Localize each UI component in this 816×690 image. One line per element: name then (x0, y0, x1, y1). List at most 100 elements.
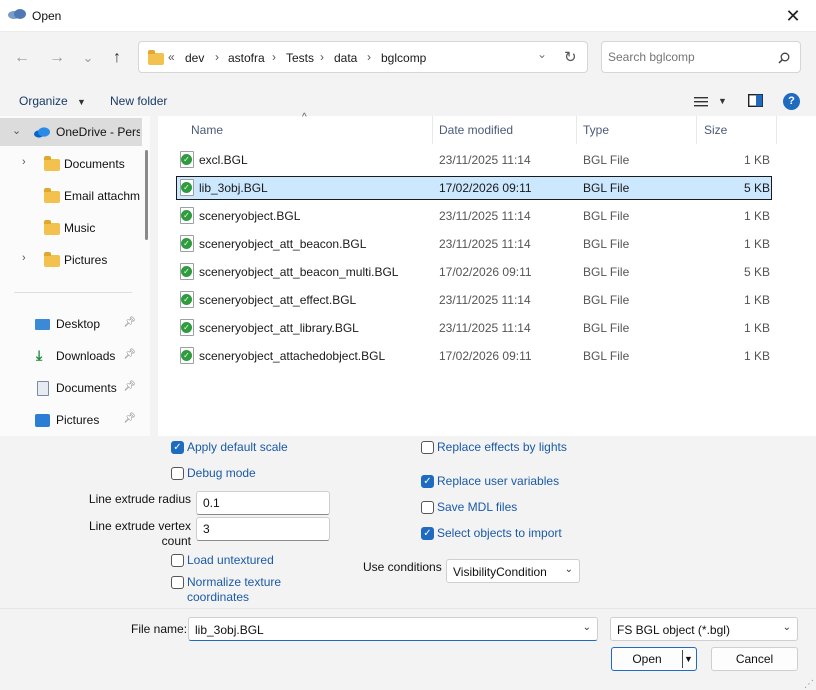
normalize-texture-coordinates-label-line1[interactable]: Normalize texture (187, 575, 281, 589)
column-header-type[interactable]: Type (583, 123, 609, 137)
close-button[interactable]: ✕ (770, 0, 816, 32)
up-arrow-icon: ↑ (113, 49, 121, 66)
replace-user-variables-label[interactable]: Replace user variables (437, 474, 559, 488)
debug-mode-label[interactable]: Debug mode (187, 466, 256, 480)
file-name: excl.BGL (199, 153, 248, 167)
pin-icon[interactable]: 📌︎ (123, 317, 136, 328)
normalize-texture-coordinates-label-line2[interactable]: coordinates (187, 590, 249, 604)
navigation-pane: ⌄ OneDrive - Pers › Documents Email atta… (0, 116, 150, 436)
app-icon (8, 9, 26, 19)
up-button[interactable]: ↑ (103, 44, 131, 72)
breadcrumb-item[interactable]: astofra (228, 51, 265, 65)
organize-button[interactable]: Organize ▼ (19, 94, 86, 108)
column-header-date[interactable]: Date modified (439, 123, 513, 137)
line-extrude-vertex-count-input[interactable] (196, 517, 330, 541)
line-extrude-radius-input[interactable] (196, 491, 330, 515)
file-row[interactable]: sceneryobject_att_library.BGL 23/11/2025… (176, 316, 772, 340)
select-objects-to-import-label[interactable]: Select objects to import (437, 526, 562, 540)
nav-item-email-attachments[interactable]: Email attachm (0, 182, 140, 210)
column-divider[interactable] (776, 116, 777, 144)
apply-default-scale-label[interactable]: Apply default scale (187, 440, 288, 454)
file-row[interactable]: sceneryobject_attachedobject.BGL 17/02/2… (176, 344, 772, 368)
load-untextured-checkbox[interactable] (171, 554, 184, 567)
nav-item-pictures[interactable]: › Pictures (0, 246, 140, 274)
open-button[interactable]: Open ▼ (611, 647, 697, 671)
file-name-input[interactable]: lib_3obj.BGL ⌄ (188, 617, 598, 641)
refresh-icon[interactable]: ↻ (564, 48, 577, 66)
new-folder-button[interactable]: New folder (110, 94, 167, 108)
pin-icon[interactable]: 📌︎ (123, 381, 136, 392)
navpane-scrollbar[interactable] (145, 150, 148, 240)
quick-access-downloads[interactable]: ⤓ Downloads 📌︎ (0, 342, 140, 370)
nav-item-onedrive[interactable]: ⌄ OneDrive - Pers (0, 118, 142, 146)
search-box[interactable] (601, 41, 801, 73)
open-options-dropdown-icon[interactable]: ▼ (684, 648, 693, 670)
address-dropdown-icon[interactable]: ⌄ (537, 47, 547, 61)
file-row[interactable]: sceneryobject.BGL 23/11/2025 11:14 BGL F… (176, 204, 772, 228)
chevron-down-icon[interactable]: ⌄ (12, 124, 21, 137)
search-input[interactable] (608, 48, 768, 66)
normalize-texture-coordinates-checkbox[interactable] (171, 576, 184, 589)
breadcrumb-item[interactable]: data (334, 51, 357, 65)
column-header-name[interactable]: Name (191, 123, 223, 137)
replace-user-variables-checkbox[interactable] (421, 475, 434, 488)
nav-item-label: Documents (64, 157, 125, 171)
toolbar: Organize ▼ New folder ▼ ? (0, 86, 816, 116)
column-divider[interactable] (576, 116, 577, 144)
breadcrumb-item-current[interactable]: bglcomp (381, 51, 426, 65)
chevron-right-icon[interactable]: › (22, 156, 26, 168)
back-button[interactable]: ← (8, 44, 36, 72)
file-row[interactable]: sceneryobject_att_beacon.BGL 23/11/2025 … (176, 232, 772, 256)
quick-access-pictures[interactable]: Pictures 📌︎ (0, 406, 140, 434)
help-icon[interactable]: ? (783, 93, 800, 110)
line-extrude-radius-label: Line extrude radius (88, 492, 191, 506)
recent-locations-button[interactable]: ⌄ (74, 44, 102, 72)
file-row[interactable]: sceneryobject_att_effect.BGL 23/11/2025 … (176, 288, 772, 312)
use-conditions-value: VisibilityCondition (453, 565, 547, 579)
file-date: 23/11/2025 11:14 (439, 293, 531, 307)
chevron-down-icon[interactable]: ⌄ (583, 622, 591, 633)
select-objects-to-import-checkbox[interactable] (421, 527, 434, 540)
nav-item-music[interactable]: Music (0, 214, 140, 242)
file-name: lib_3obj.BGL (199, 181, 268, 195)
file-row[interactable]: sceneryobject_att_beacon_multi.BGL 17/02… (176, 260, 772, 284)
preview-pane-icon[interactable] (748, 94, 763, 107)
column-divider[interactable] (696, 116, 697, 144)
forward-button[interactable]: → (43, 44, 71, 72)
pin-icon[interactable]: 📌︎ (123, 413, 136, 424)
address-bar[interactable]: « dev › astofra › Tests › data › bglcomp… (138, 41, 588, 73)
chevron-right-icon[interactable]: › (22, 252, 26, 264)
bgl-file-icon (180, 207, 194, 224)
replace-effects-by-lights-label[interactable]: Replace effects by lights (437, 440, 567, 454)
nav-item-documents[interactable]: › Documents (0, 150, 140, 178)
use-conditions-select[interactable]: VisibilityCondition ⌄ (446, 559, 580, 583)
save-mdl-files-label[interactable]: Save MDL files (437, 500, 517, 514)
save-mdl-files-checkbox[interactable] (421, 501, 434, 514)
bgl-file-icon (180, 179, 194, 196)
breadcrumb-item[interactable]: dev (185, 51, 204, 65)
view-options-dropdown-icon[interactable]: ▼ (718, 96, 727, 106)
file-row[interactable]: excl.BGL 23/11/2025 11:14 BGL File 1 KB (176, 148, 772, 172)
load-untextured-label[interactable]: Load untextured (187, 553, 274, 567)
quick-access-documents[interactable]: Documents 📌︎ (0, 374, 140, 402)
breadcrumb-item[interactable]: Tests (286, 51, 314, 65)
resize-grip-icon[interactable]: ⋰ (804, 679, 814, 690)
cancel-button[interactable]: Cancel (711, 647, 798, 671)
replace-effects-by-lights-checkbox[interactable] (421, 441, 434, 454)
quick-access-desktop[interactable]: Desktop 📌︎ (0, 310, 140, 338)
overflow-chevron-icon: « (168, 50, 175, 64)
split-divider (682, 650, 683, 668)
column-header-size[interactable]: Size (704, 123, 727, 137)
file-size: 1 KB (743, 209, 770, 223)
folder-icon (44, 156, 60, 171)
sort-ascending-icon: ^ (302, 112, 307, 123)
view-list-icon[interactable] (694, 96, 708, 107)
line-extrude-vertex-count-label-line1: Line extrude vertex (88, 519, 191, 533)
back-arrow-icon: ← (14, 49, 30, 66)
file-type-filter-select[interactable]: FS BGL object (*.bgl) ⌄ (610, 617, 798, 641)
pin-icon[interactable]: 📌︎ (123, 349, 136, 360)
debug-mode-checkbox[interactable] (171, 467, 184, 480)
column-divider[interactable] (432, 116, 433, 144)
apply-default-scale-checkbox[interactable] (171, 441, 184, 454)
file-row-selected[interactable]: lib_3obj.BGL 17/02/2026 09:11 BGL File 5… (176, 176, 772, 200)
